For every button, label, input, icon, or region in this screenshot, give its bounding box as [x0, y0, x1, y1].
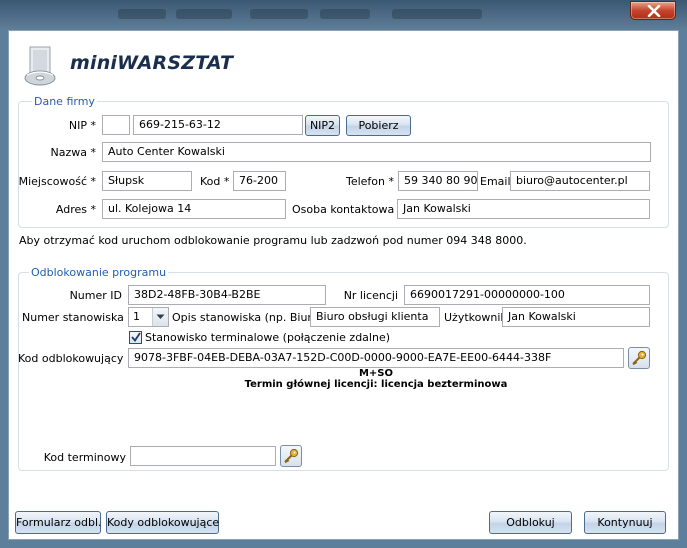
postcode-field[interactable]: 76-200	[233, 171, 286, 191]
terminal-checkbox[interactable]	[129, 331, 142, 344]
title-blur	[118, 9, 166, 19]
nip-label: NIP *	[68, 119, 96, 132]
station-select[interactable]: 1	[128, 307, 169, 327]
key-icon	[632, 350, 647, 366]
email-label: Email	[480, 175, 511, 188]
title-blur	[320, 9, 370, 19]
nip-field[interactable]: 669-215-63-12	[133, 115, 303, 135]
license-term-text: Termin głównej licencji: licencja bezter…	[244, 379, 508, 390]
id-field[interactable]: 38D2-48FB-30B4-B2BE	[128, 285, 326, 305]
address-field[interactable]: ul. Kolejowa 14	[102, 199, 286, 219]
key-icon	[284, 448, 299, 464]
city-label: Miejscowość *	[18, 175, 96, 188]
postcode-label: Kod *	[200, 175, 230, 188]
checkmark-icon	[131, 332, 141, 342]
mode-text: M+SO	[358, 368, 394, 379]
user-field[interactable]: Jan Kowalski	[502, 307, 650, 327]
license-field[interactable]: 6690017291-00000000-100	[404, 285, 650, 305]
address-label: Adres *	[55, 203, 96, 216]
term-code-field[interactable]	[130, 446, 276, 466]
phone-field[interactable]: 59 340 80 90	[398, 171, 478, 191]
fetch-button[interactable]: Pobierz	[346, 115, 411, 136]
chevron-down-icon[interactable]	[152, 308, 168, 326]
station-label: Numer stanowiska	[22, 311, 124, 324]
key-button[interactable]	[628, 347, 650, 369]
close-icon	[647, 5, 661, 17]
title-bar	[0, 0, 687, 30]
app-logo-text: miniWARSZTAT	[70, 52, 234, 74]
contact-field[interactable]: Jan Kowalski	[397, 199, 650, 219]
name-label: Nazwa *	[50, 146, 96, 159]
nip-prefix-field[interactable]	[102, 115, 130, 135]
term-code-label: Kod terminowy	[43, 451, 126, 464]
title-blur	[250, 9, 308, 19]
code-label: Kod odblokowujący	[18, 352, 124, 365]
city-field[interactable]: Słupsk	[102, 171, 192, 191]
station-select-value: 1	[133, 310, 140, 323]
form-button[interactable]: Formularz odbl.	[15, 511, 102, 534]
info-text: Aby otrzymać kod uruchom odblokowanie pr…	[19, 234, 527, 247]
terminal-checkbox-label[interactable]: Stanowisko terminalowe (połączenie zdaln…	[145, 331, 390, 344]
unlock-legend: Odblokowanie programu	[29, 266, 169, 279]
station-desc-field[interactable]: Biuro obsługi klienta	[310, 307, 440, 327]
phone-label: Telefon *	[345, 175, 394, 188]
contact-label: Osoba kontaktowa	[292, 203, 395, 216]
continue-button[interactable]: Kontynuuj	[584, 511, 666, 534]
id-label: Numer ID	[69, 289, 122, 302]
close-button[interactable]	[630, 1, 676, 20]
license-label: Nr licencji	[343, 289, 398, 302]
nip2-button[interactable]: NIP2	[305, 115, 340, 136]
unlock-button[interactable]: Odblokuj	[489, 511, 572, 534]
code-field[interactable]: 9078-3FBF-04EB-DEBA-03A7-152D-C00D-0000-…	[128, 348, 624, 368]
title-blur	[176, 9, 232, 19]
term-key-button[interactable]	[280, 445, 302, 467]
codes-button[interactable]: Kody odblokowujące	[106, 511, 219, 534]
station-desc-label: Opis stanowiska (np. Biuro)	[172, 311, 323, 324]
title-blur	[392, 9, 482, 19]
company-legend: Dane firmy	[32, 95, 97, 108]
cd-software-icon	[24, 46, 56, 86]
name-field[interactable]: Auto Center Kowalski	[102, 142, 651, 162]
user-label: Użytkownik	[444, 311, 507, 324]
email-field[interactable]: biuro@autocenter.pl	[510, 171, 650, 191]
